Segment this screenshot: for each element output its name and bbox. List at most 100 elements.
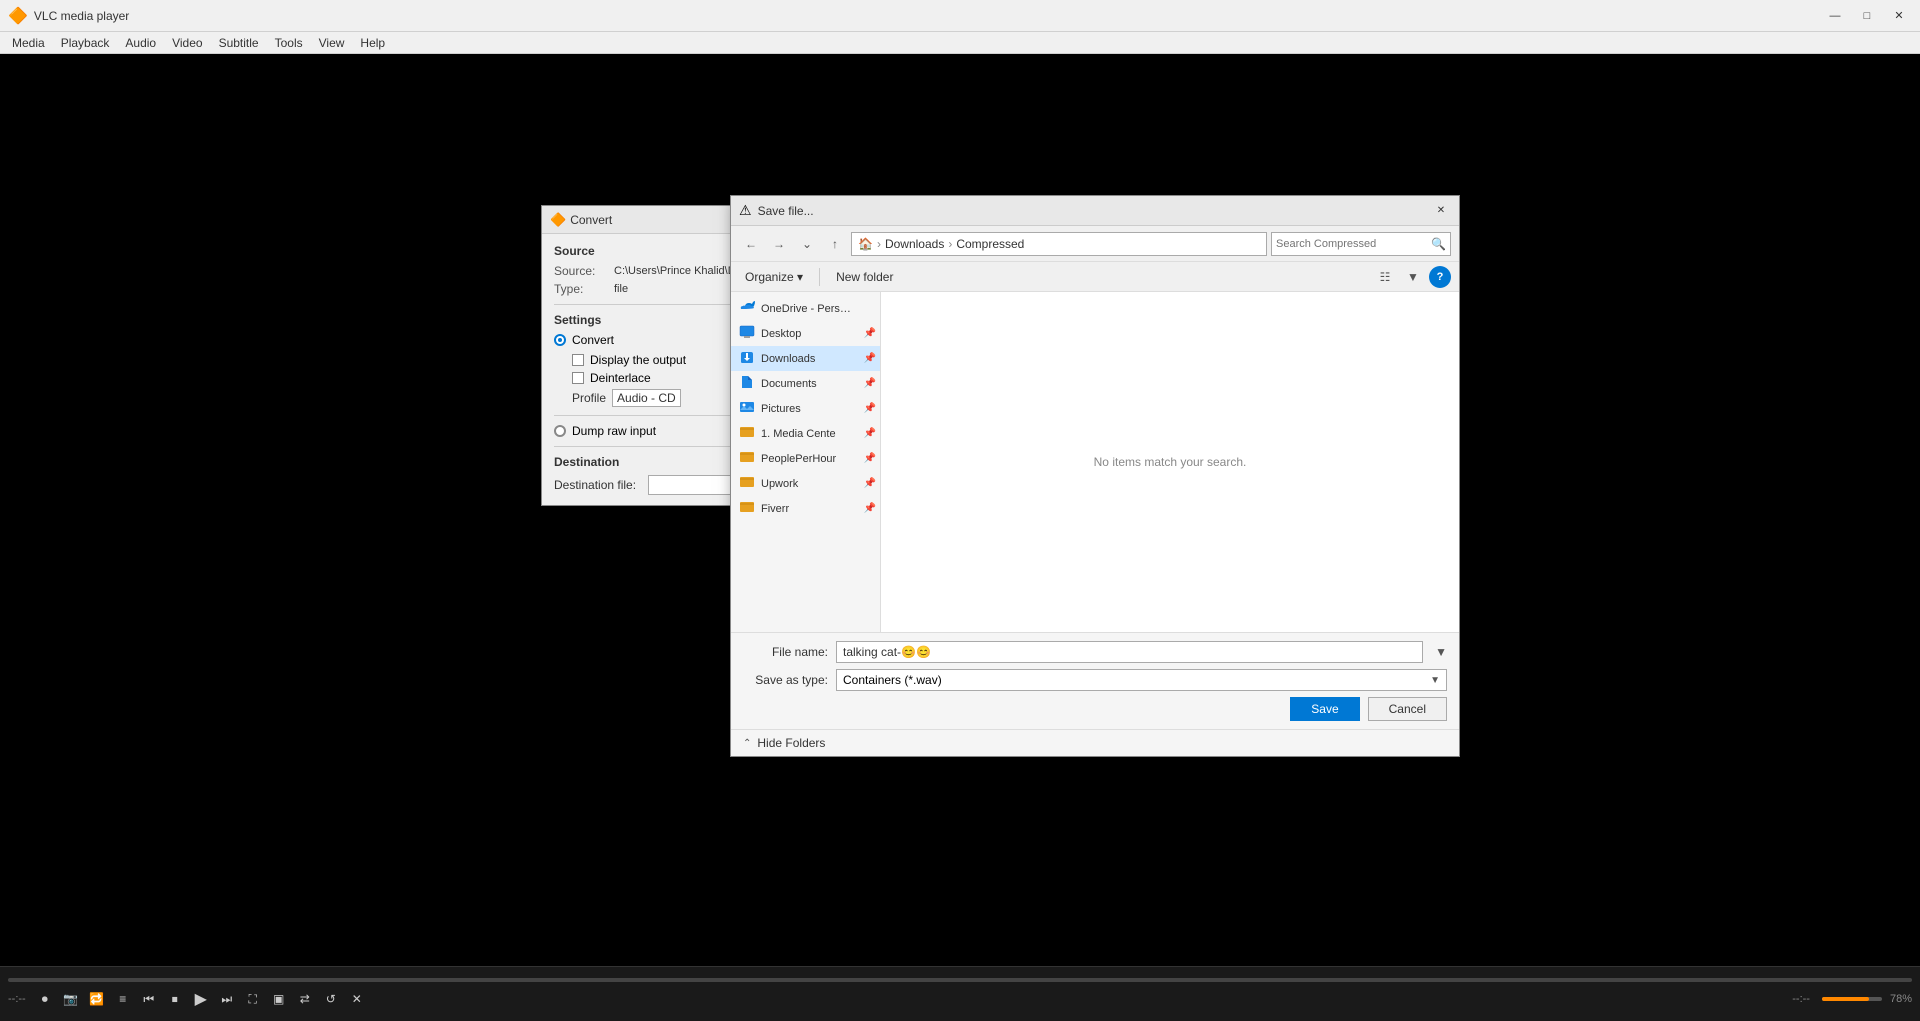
filename-dropdown-arrow[interactable]: ▼ (1435, 645, 1447, 659)
pictures-pin-icon: 📌 (864, 403, 876, 414)
hide-folders-label: Hide Folders (757, 736, 825, 750)
profile-value: Audio - CD (612, 389, 681, 407)
progress-bar[interactable] (8, 978, 1912, 982)
type-value: file (614, 283, 628, 295)
sidebar-item-upwork[interactable]: Upwork 📌 (731, 471, 880, 496)
filename-input[interactable] (836, 641, 1423, 663)
savefile-dialog: ⚠ Save file... ✕ ← → ⌄ ↑ 🏠 › Downloads ›… (730, 195, 1460, 757)
minimize-button[interactable]: — (1822, 6, 1848, 26)
savefile-close-button[interactable]: ✕ (1431, 202, 1451, 220)
dump-radio[interactable] (554, 425, 566, 437)
documents-icon (739, 375, 755, 392)
fullscreen-button[interactable]: ⛶ (242, 988, 264, 1010)
menu-view[interactable]: View (311, 34, 353, 52)
convert-radio[interactable] (554, 334, 566, 346)
convert-dialog-icon: 🔶 (550, 212, 566, 228)
fiverr-pin-icon: 📌 (864, 503, 876, 514)
loop-button[interactable]: 🔁 (86, 988, 108, 1010)
profile-label: Profile (572, 391, 606, 405)
downloads-label: Downloads (761, 353, 815, 365)
filename-label: File name: (743, 645, 828, 659)
peopleperhour-label: PeoplePerHour (761, 453, 836, 465)
dropdown-nav-button[interactable]: ⌄ (795, 232, 819, 256)
sidebar-item-documents[interactable]: Documents 📌 (731, 371, 880, 396)
empty-content-message: No items match your search. (1094, 455, 1247, 469)
sidebar-item-peopleperhour[interactable]: PeoplePerHour 📌 (731, 446, 880, 471)
peopleperhour-icon (739, 450, 755, 467)
new-folder-button[interactable]: New folder (830, 268, 899, 286)
savetype-dropdown[interactable]: Containers (*.wav) ▼ (836, 669, 1447, 691)
breadcrumb-separator-1: › (877, 237, 881, 251)
prev-button[interactable]: ⏮ (138, 988, 160, 1010)
search-box[interactable]: 🔍 (1271, 232, 1451, 256)
search-input[interactable] (1276, 238, 1427, 250)
onedrive-icon (739, 300, 755, 317)
pictures-label: Pictures (761, 403, 801, 415)
cancel-button[interactable]: Cancel (1368, 697, 1447, 721)
sf-toolbar: Organize ▾ New folder ☷ ▼ ? (731, 262, 1459, 292)
mediacenter-icon (739, 425, 755, 442)
next-button[interactable]: ⏭ (216, 988, 238, 1010)
documents-label: Documents (761, 378, 817, 390)
close-button[interactable]: ✕ (1886, 6, 1912, 26)
breadcrumb-downloads[interactable]: Downloads (885, 237, 944, 251)
menu-subtitle[interactable]: Subtitle (211, 34, 267, 52)
upwork-label: Upwork (761, 478, 798, 490)
convert-radio-label: Convert (572, 333, 614, 347)
save-button[interactable]: Save (1290, 697, 1359, 721)
record-button[interactable]: ⏺ (34, 988, 56, 1010)
type-label: Type: (554, 282, 614, 296)
extended-button[interactable]: ▣ (268, 988, 290, 1010)
back-button[interactable]: ← (739, 232, 763, 256)
sidebar-item-onedrive[interactable]: OneDrive - Person (731, 296, 880, 321)
savefile-title: Save file... (758, 204, 1425, 218)
repeat-button[interactable]: ↺ (320, 988, 342, 1010)
breadcrumb[interactable]: 🏠 › Downloads › Compressed (851, 232, 1267, 256)
downloads-pin-icon: 📌 (864, 353, 876, 364)
upwork-icon (739, 475, 755, 492)
menu-audio[interactable]: Audio (117, 34, 164, 52)
upwork-pin-icon: 📌 (864, 478, 876, 489)
vlc-menubar: Media Playback Audio Video Subtitle Tool… (0, 32, 1920, 54)
up-button[interactable]: ↑ (823, 232, 847, 256)
playlist-button[interactable]: ≡ (112, 988, 134, 1010)
deinterlace-checkbox[interactable] (572, 372, 584, 384)
fiverr-icon (739, 500, 755, 517)
sidebar-item-pictures[interactable]: Pictures 📌 (731, 396, 880, 421)
sidebar-item-downloads[interactable]: Downloads 📌 (731, 346, 880, 371)
mediacenter-label: 1. Media Cente (761, 428, 836, 440)
search-icon: 🔍 (1431, 237, 1446, 251)
sidebar-item-desktop[interactable]: Desktop 📌 (731, 321, 880, 346)
menu-tools[interactable]: Tools (267, 34, 311, 52)
sf-navbar: ← → ⌄ ↑ 🏠 › Downloads › Compressed 🔍 (731, 226, 1459, 262)
breadcrumb-compressed[interactable]: Compressed (956, 237, 1024, 251)
shuffle-button[interactable]: ⇄ (294, 988, 316, 1010)
menu-playback[interactable]: Playback (53, 34, 118, 52)
view-list-button[interactable]: ☷ (1373, 266, 1397, 288)
display-output-label: Display the output (590, 353, 686, 367)
savefile-titlebar: ⚠ Save file... ✕ (731, 196, 1459, 226)
toolbar-separator (819, 268, 820, 286)
menu-media[interactable]: Media (4, 34, 53, 52)
menu-video[interactable]: Video (164, 34, 210, 52)
sf-bottom: File name: ▼ Save as type: Containers (*… (731, 632, 1459, 729)
sidebar-item-mediacenter[interactable]: 1. Media Cente 📌 (731, 421, 880, 446)
view-options-button[interactable]: ▼ (1401, 266, 1425, 288)
display-output-checkbox[interactable] (572, 354, 584, 366)
forward-button[interactable]: → (767, 232, 791, 256)
hide-folders-button[interactable]: ⌃ Hide Folders (731, 729, 1459, 756)
snapshot-button[interactable]: 📷 (60, 988, 82, 1010)
savefile-icon: ⚠ (739, 202, 752, 219)
breadcrumb-separator-2: › (948, 237, 952, 251)
random-button[interactable]: ✕ (346, 988, 368, 1010)
help-button[interactable]: ? (1429, 266, 1451, 288)
organize-button[interactable]: Organize ▾ (739, 268, 809, 286)
volume-slider[interactable] (1822, 997, 1882, 1001)
stop-button[interactable]: ⏹ (164, 988, 186, 1010)
sidebar-item-fiverr[interactable]: Fiverr 📌 (731, 496, 880, 521)
documents-pin-icon: 📌 (864, 378, 876, 389)
maximize-button[interactable]: □ (1854, 6, 1880, 26)
volume-label: 78% (1890, 993, 1912, 1005)
menu-help[interactable]: Help (352, 34, 393, 52)
pause-button[interactable]: ▶ (190, 988, 212, 1010)
